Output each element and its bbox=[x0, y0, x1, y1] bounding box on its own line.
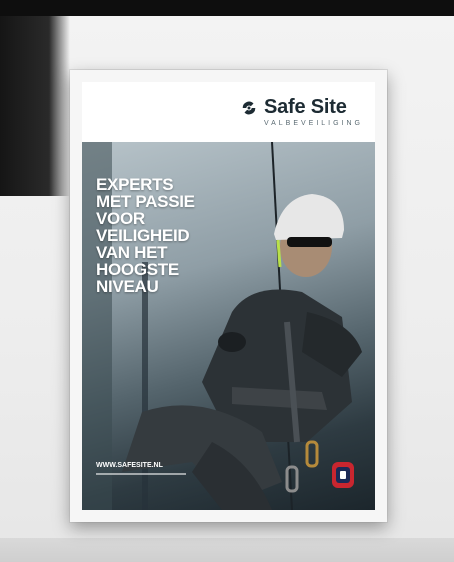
safe-site-logo-icon bbox=[242, 101, 256, 114]
poster: Safe Site VALBEVEILIGING EXPERTS MET PAS… bbox=[82, 82, 375, 510]
headline-line: MET PASSIE bbox=[96, 192, 195, 211]
brand-name: Safe Site bbox=[263, 96, 347, 118]
headline-line: HOOGSTE bbox=[96, 260, 179, 279]
website-url: WWW.SAFESITE.NL bbox=[96, 462, 163, 469]
poster-header: Safe Site VALBEVEILIGING bbox=[82, 82, 375, 142]
badge-center bbox=[340, 471, 346, 479]
certification-badge-icon bbox=[332, 462, 354, 488]
brand-tagline: VALBEVEILIGING bbox=[263, 120, 363, 127]
worker-photo: EXPERTS MET PASSIE VOOR VEILIGHEID VAN H… bbox=[82, 142, 375, 510]
dark-background-strip bbox=[0, 0, 454, 16]
fine-print-line bbox=[96, 473, 186, 475]
headline-line: EXPERTS bbox=[96, 175, 174, 194]
headline-line: VEILIGHEID bbox=[96, 226, 190, 245]
headline-line: VAN HET bbox=[96, 243, 168, 262]
dark-left-shadow bbox=[0, 16, 70, 196]
brand-logo: Safe Site VALBEVEILIGING bbox=[240, 96, 363, 127]
headline-line: VOOR bbox=[96, 209, 145, 228]
poster-headline: EXPERTS MET PASSIE VOOR VEILIGHEID VAN H… bbox=[96, 176, 246, 295]
poster-frame: Safe Site VALBEVEILIGING EXPERTS MET PAS… bbox=[70, 70, 387, 522]
floor-shadow bbox=[0, 538, 454, 562]
logo-row: Safe Site bbox=[240, 96, 363, 119]
headline-line: NIVEAU bbox=[96, 277, 159, 296]
